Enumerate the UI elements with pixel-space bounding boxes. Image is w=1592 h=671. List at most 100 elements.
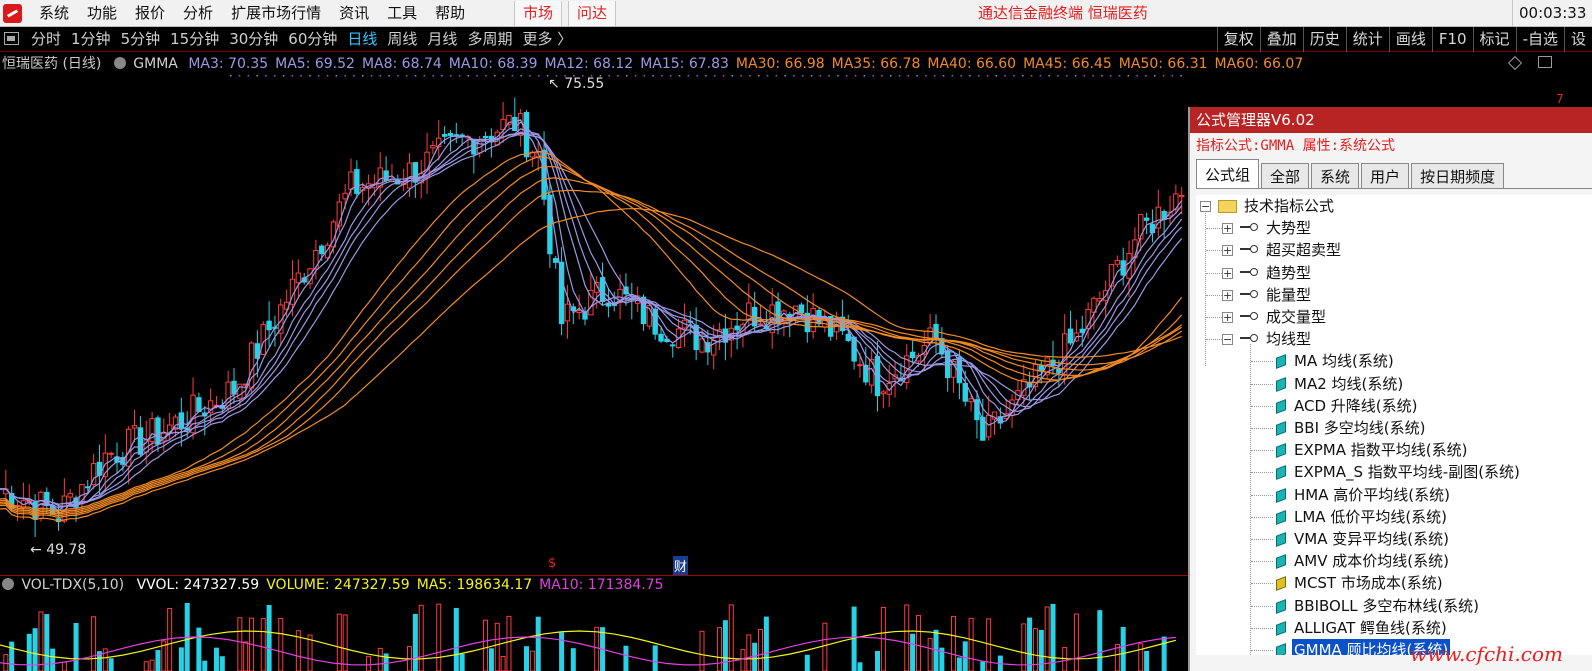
tree-guide-line xyxy=(1251,361,1273,363)
tool-button-2[interactable]: 历史 xyxy=(1302,27,1346,52)
market-button[interactable]: 市场 xyxy=(514,1,563,26)
candle-body xyxy=(1114,260,1121,265)
expand-icon[interactable]: + xyxy=(1222,289,1233,301)
menu-item-3[interactable]: 分析 xyxy=(174,0,222,27)
candle-body xyxy=(348,171,354,190)
formula-info: 指标公式:GMMA 属性:系统公式 xyxy=(1196,138,1396,154)
tree-group-label: 趋势型 xyxy=(1266,263,1312,282)
candle-body xyxy=(968,398,974,403)
expand-icon[interactable]: + xyxy=(1222,267,1233,279)
volume-bar xyxy=(1044,606,1050,671)
volume-bar xyxy=(108,658,114,671)
signal-dot xyxy=(1136,75,1138,77)
period-tab-8[interactable]: 月线 xyxy=(422,27,462,52)
wenda-button[interactable]: 问达 xyxy=(568,1,617,26)
formula-icon xyxy=(1276,554,1286,570)
expand-icon[interactable]: + xyxy=(1222,223,1233,235)
signal-dot xyxy=(661,75,663,77)
menu-item-5[interactable]: 资讯 xyxy=(330,0,378,27)
signal-dot xyxy=(687,75,690,77)
signal-dot xyxy=(854,75,857,77)
signal-dot xyxy=(872,75,874,77)
short-ma-line xyxy=(0,119,1183,515)
period-tab-6[interactable]: 日线 xyxy=(342,27,382,52)
volume-menu-icon[interactable] xyxy=(2,578,14,590)
panel-toggle-icon[interactable] xyxy=(1538,56,1552,68)
signal-dot xyxy=(969,75,971,77)
formula-tab-3[interactable]: 用户 xyxy=(1361,163,1410,188)
menu-item-4[interactable]: 扩展市场行情 xyxy=(222,0,330,27)
formula-tab-4[interactable]: 按日期频度 xyxy=(1411,163,1505,188)
ma-value-3: MA10: 68.39 xyxy=(448,56,538,72)
event-marker-finance[interactable]: 财 xyxy=(673,556,689,575)
volume-bar xyxy=(980,661,986,671)
signal-dot xyxy=(678,75,681,77)
period-tab-0[interactable]: 分时 xyxy=(26,27,66,52)
signal-dot xyxy=(784,75,786,77)
volume-bar xyxy=(910,633,916,671)
volume-bar xyxy=(266,605,272,671)
signal-dot xyxy=(1171,75,1174,77)
period-tab-2[interactable]: 5分钟 xyxy=(116,27,166,52)
formula-item-label: BBIBOLL 多空布林线(系统) xyxy=(1294,596,1480,615)
sidebar-toggle-icon[interactable] xyxy=(4,32,19,45)
menu-item-7[interactable]: 帮助 xyxy=(426,0,474,27)
volume-indicator-name[interactable]: VOL-TDX(5,10) xyxy=(21,577,124,593)
period-tab-3[interactable]: 15分钟 xyxy=(165,27,224,52)
tool-button-0[interactable]: 复权 xyxy=(1216,27,1260,52)
tool-button-7[interactable]: -自选 xyxy=(1515,27,1564,52)
volume-bar xyxy=(962,641,968,671)
signal-dot xyxy=(265,75,267,77)
volume-bar xyxy=(1144,650,1150,671)
collapse-icon[interactable]: − xyxy=(1222,334,1233,346)
volume-bar xyxy=(260,618,266,671)
signal-dot xyxy=(740,75,742,77)
signal-dot xyxy=(1022,75,1024,77)
short-ma-line xyxy=(0,121,1183,512)
signal-dot xyxy=(652,75,654,77)
candle-body xyxy=(757,323,764,326)
formula-tab-0[interactable]: 公式组 xyxy=(1196,159,1260,188)
menu-item-0[interactable]: 系统 xyxy=(30,0,78,27)
period-tab-1[interactable]: 1分钟 xyxy=(66,27,116,52)
period-tab-5[interactable]: 60分钟 xyxy=(283,27,342,52)
signal-dot xyxy=(810,75,813,77)
tree-guide-line xyxy=(1251,539,1273,540)
menu-item-1[interactable]: 功能 xyxy=(78,0,126,27)
tool-button-6[interactable]: 标记 xyxy=(1472,27,1516,52)
volume-bar xyxy=(804,654,810,671)
expand-icon[interactable]: + xyxy=(1222,245,1233,257)
tool-button-8[interactable]: 设 xyxy=(1563,27,1592,52)
candle-body xyxy=(295,272,302,284)
menu-item-6[interactable]: 工具 xyxy=(378,0,426,27)
indicator-name[interactable]: GMMA xyxy=(133,56,178,72)
menu-item-2[interactable]: 报价 xyxy=(126,0,174,27)
tool-button-4[interactable]: 画线 xyxy=(1388,27,1432,52)
formula-tab-2[interactable]: 系统 xyxy=(1311,163,1360,188)
candle-body xyxy=(1143,217,1150,221)
period-tab-10[interactable]: 更多 〉 xyxy=(517,27,577,52)
candlestick-chart[interactable] xyxy=(0,72,1188,572)
signal-dot xyxy=(230,75,232,77)
formula-icon xyxy=(1276,376,1286,392)
tool-button-5[interactable]: F10 xyxy=(1431,27,1473,52)
signal-dot xyxy=(766,75,769,77)
candle-body xyxy=(857,364,863,367)
tool-button-1[interactable]: 叠加 xyxy=(1259,27,1303,52)
signal-dot xyxy=(362,75,364,77)
diamond-icon[interactable] xyxy=(1507,55,1522,71)
period-tab-4[interactable]: 30分钟 xyxy=(224,27,283,52)
tool-button-3[interactable]: 统计 xyxy=(1345,27,1389,52)
signal-dot xyxy=(898,75,901,77)
expand-icon[interactable]: + xyxy=(1222,312,1233,323)
dialog-title[interactable]: 公式管理器V6.02 xyxy=(1190,107,1592,133)
period-tab-7[interactable]: 周线 xyxy=(382,27,422,52)
candle-body xyxy=(1108,264,1115,287)
signal-dot xyxy=(274,75,276,77)
volume-bar xyxy=(336,613,342,671)
signal-dot xyxy=(819,75,822,77)
period-tab-9[interactable]: 多周期 xyxy=(462,27,517,52)
event-marker-dollar[interactable]: $ xyxy=(548,556,556,571)
formula-tab-1[interactable]: 全部 xyxy=(1261,163,1310,188)
indicator-menu-icon[interactable] xyxy=(113,57,126,69)
